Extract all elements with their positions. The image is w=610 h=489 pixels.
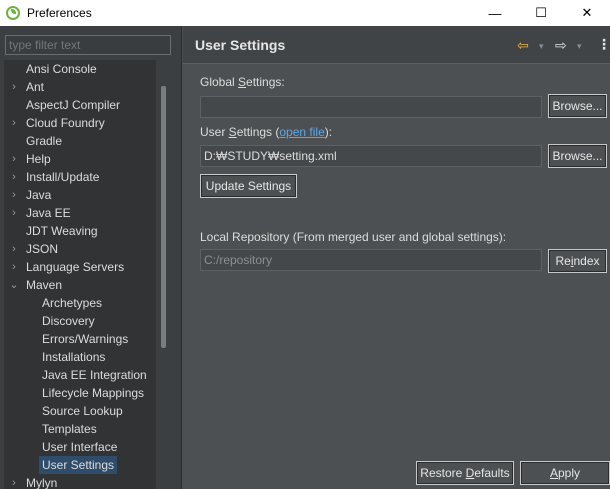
user-settings-label: User Settings (open file):	[200, 125, 333, 139]
tree-item-label: Gradle	[26, 134, 63, 148]
preferences-sidebar: Ansi Console › Ant AspectJ Compiler › Cloud F…	[0, 26, 182, 489]
expand-arrow-icon[interactable]: ›	[8, 78, 20, 96]
tree-item-aspectj-compiler[interactable]: AspectJ Compiler	[4, 96, 156, 114]
tree-item-maven[interactable]: ⌄ Maven	[4, 276, 156, 294]
expand-arrow-icon[interactable]: ›	[8, 114, 20, 132]
tree-item-label: JDT Weaving	[26, 224, 98, 238]
user-browse-button[interactable]: Browse...	[548, 144, 607, 168]
tree-item-label: Ansi Console	[26, 62, 97, 76]
reindex-button[interactable]: Reindex	[548, 249, 607, 273]
tree-scrollbar[interactable]	[161, 86, 166, 348]
tree-item-user-settings[interactable]: User Settings	[4, 456, 156, 474]
tree-item-label: Java EE	[26, 206, 71, 220]
minimize-button[interactable]: —	[472, 0, 518, 26]
view-menu-icon[interactable]: ⋮	[597, 36, 610, 53]
page-title: User Settings	[195, 37, 286, 53]
tree-item-label: Cloud Foundry	[26, 116, 105, 130]
tree-item-label: AspectJ Compiler	[26, 98, 121, 112]
tree-item-install-update[interactable]: › Install/Update	[4, 168, 156, 186]
expand-arrow-icon[interactable]: ›	[8, 474, 20, 489]
settings-page: User Settings ⇦ ▾ ⇨ ▾ ⋮ Global Settings:…	[183, 26, 610, 489]
forward-dropdown-icon[interactable]: ▾	[577, 41, 582, 52]
user-settings-field[interactable]: D:₩STUDY₩setting.xml	[200, 145, 542, 167]
tree-item-label: Discovery	[42, 314, 95, 328]
open-file-link[interactable]: open file	[279, 125, 324, 139]
global-settings-field[interactable]	[200, 96, 542, 118]
expand-arrow-icon[interactable]: ›	[8, 240, 20, 258]
local-repository-field: C:/repository	[200, 249, 542, 271]
tree-item-gradle[interactable]: Gradle	[4, 132, 156, 150]
tree-item-label: Maven	[26, 278, 63, 292]
expand-arrow-icon[interactable]: ›	[8, 186, 20, 204]
window-titlebar: Preferences — ☐ ✕	[0, 0, 610, 26]
tree-item-label: Language Servers	[26, 260, 125, 274]
tree-item-label: Archetypes	[42, 296, 103, 310]
back-dropdown-icon[interactable]: ▾	[539, 41, 544, 52]
update-settings-button[interactable]: Update Settings	[200, 174, 297, 198]
tree-item-label: Templates	[42, 422, 97, 436]
expand-arrow-icon[interactable]: ›	[8, 258, 20, 276]
tree-item-label: User Interface	[42, 440, 118, 454]
expand-arrow-icon[interactable]: ›	[8, 168, 20, 186]
global-settings-label: Global Settings:	[200, 75, 285, 89]
tree-item-label: Errors/Warnings	[42, 332, 129, 346]
close-button[interactable]: ✕	[564, 0, 610, 26]
tree-item-installations[interactable]: Installations	[4, 348, 156, 366]
tree-item-jdt-weaving[interactable]: JDT Weaving	[4, 222, 156, 240]
tree-item-ansi-console[interactable]: Ansi Console	[4, 60, 156, 78]
local-repository-label: Local Repository (From merged user and g…	[200, 230, 507, 244]
restore-defaults-button[interactable]: Restore Defaults	[416, 461, 514, 485]
page-header: User Settings ⇦ ▾ ⇨ ▾ ⋮	[183, 26, 610, 64]
tree-item-help[interactable]: › Help	[4, 150, 156, 168]
expand-arrow-icon[interactable]: ›	[8, 204, 20, 222]
tree-item-discovery[interactable]: Discovery	[4, 312, 156, 330]
tree-item-mylyn[interactable]: › Mylyn	[4, 474, 156, 489]
tree-item-label: Install/Update	[26, 170, 100, 184]
tree-item-errors-warnings[interactable]: Errors/Warnings	[4, 330, 156, 348]
tree-item-lifecycle-mappings[interactable]: Lifecycle Mappings	[4, 384, 156, 402]
tree-item-label: JSON	[26, 242, 59, 256]
tree-item-label: Source Lookup	[42, 404, 123, 418]
back-arrow-icon[interactable]: ⇦	[517, 37, 529, 54]
preferences-tree: Ansi Console › Ant AspectJ Compiler › Cloud F…	[4, 60, 156, 489]
tree-item-user-interface[interactable]: User Interface	[4, 438, 156, 456]
tree-item-language-servers[interactable]: › Language Servers	[4, 258, 156, 276]
tree-item-java-ee-integration[interactable]: Java EE Integration	[4, 366, 156, 384]
window-title: Preferences	[27, 6, 92, 20]
tree-item-java-ee[interactable]: › Java EE	[4, 204, 156, 222]
tree-item-label: Ant	[26, 80, 45, 94]
expand-arrow-icon[interactable]: ›	[8, 150, 20, 168]
tree-item-source-lookup[interactable]: Source Lookup	[4, 402, 156, 420]
apply-button[interactable]: Apply	[520, 461, 610, 485]
tree-item-label: Java	[26, 188, 52, 202]
tree-item-cloud-foundry[interactable]: › Cloud Foundry	[4, 114, 156, 132]
expand-arrow-icon[interactable]: ⌄	[8, 276, 20, 294]
global-browse-button[interactable]: Browse...	[548, 94, 607, 118]
tree-item-ant[interactable]: › Ant	[4, 78, 156, 96]
tree-item-json[interactable]: › JSON	[4, 240, 156, 258]
forward-arrow-icon[interactable]: ⇨	[555, 37, 567, 54]
tree-item-archetypes[interactable]: Archetypes	[4, 294, 156, 312]
tree-item-label: Installations	[42, 350, 106, 364]
tree-item-label: Mylyn	[26, 476, 58, 489]
tree-item-label: Help	[26, 152, 51, 166]
tree-item-label: User Settings	[39, 456, 118, 474]
eclipse-spring-icon	[6, 6, 20, 20]
tree-item-templates[interactable]: Templates	[4, 420, 156, 438]
filter-input[interactable]	[5, 35, 171, 55]
tree-item-label: Java EE Integration	[42, 368, 147, 382]
maximize-button[interactable]: ☐	[518, 0, 564, 26]
tree-item-label: Lifecycle Mappings	[42, 386, 145, 400]
tree-item-java[interactable]: › Java	[4, 186, 156, 204]
